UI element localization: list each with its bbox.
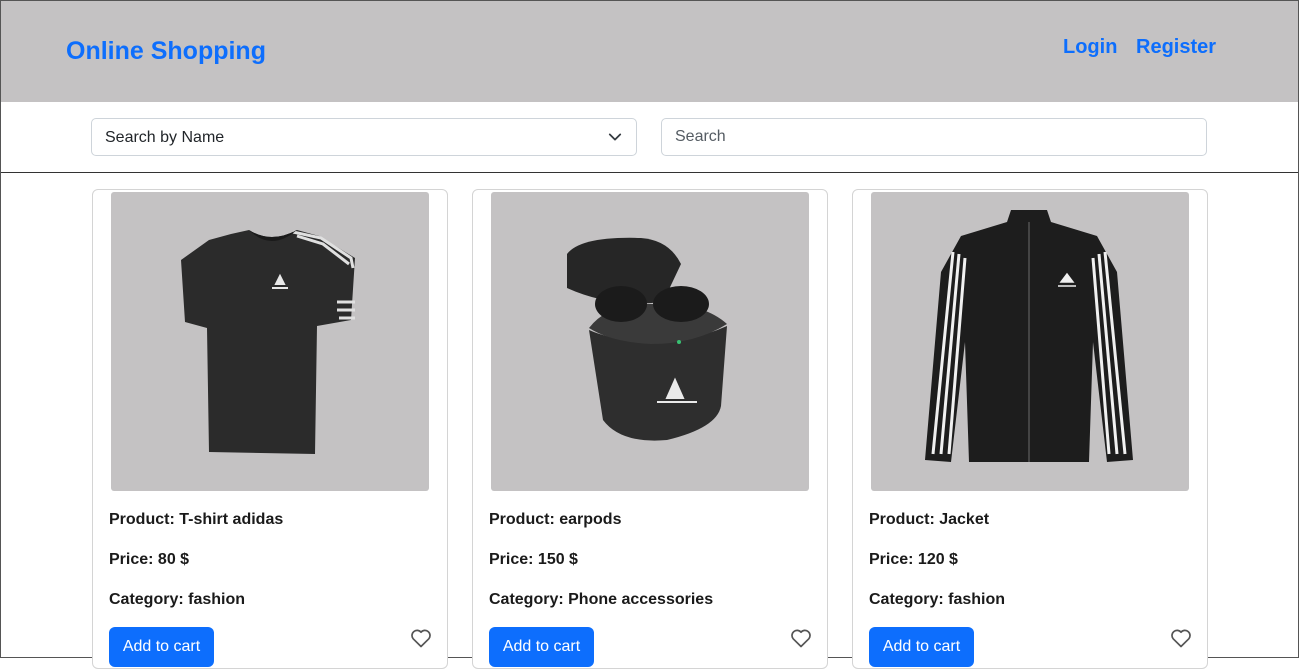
register-link[interactable]: Register [1136, 36, 1216, 59]
product-name: Product: T-shirt adidas [109, 511, 284, 528]
product-name: Product: Jacket [869, 511, 990, 528]
product-name: Product: earpods [489, 511, 622, 528]
add-to-cart-button[interactable]: Add to cart [109, 627, 214, 667]
search-bar: Search by Name [1, 102, 1298, 173]
search-mode-selected-value: Search by Name [105, 129, 225, 146]
add-to-cart-button[interactable]: Add to cart [489, 627, 594, 667]
product-card: Product: Jacket Price: 120 $ Category: f… [852, 189, 1208, 669]
product-category: Category: fashion [869, 591, 1006, 608]
chevron-down-icon [608, 133, 622, 141]
brand-logo-link[interactable]: Online Shopping [66, 37, 266, 66]
earpods-image [567, 237, 727, 441]
product-category: Category: fashion [109, 591, 246, 608]
tshirt-image [181, 230, 355, 454]
login-link[interactable]: Login [1063, 36, 1117, 59]
product-price: Price: 80 $ [109, 551, 190, 568]
product-image-jacket [871, 192, 1189, 491]
product-image-tshirt [111, 192, 429, 491]
product-price: Price: 120 $ [869, 551, 958, 568]
top-navbar: Online Shopping Login Register [1, 1, 1298, 102]
add-to-cart-button[interactable]: Add to cart [869, 627, 974, 667]
product-category: Category: Phone accessories [489, 591, 714, 608]
heart-icon[interactable] [1169, 626, 1193, 650]
product-price: Price: 150 $ [489, 551, 578, 568]
product-image-earpods [491, 192, 809, 491]
jacket-image [925, 210, 1133, 462]
search-input[interactable] [661, 118, 1207, 156]
search-mode-select[interactable]: Search by Name [91, 118, 637, 156]
heart-icon[interactable] [409, 626, 433, 650]
product-card: Product: T-shirt adidas Price: 80 $ Cate… [92, 189, 448, 669]
heart-icon[interactable] [789, 626, 813, 650]
product-card: Product: earpods Price: 150 $ Category: … [472, 189, 828, 669]
